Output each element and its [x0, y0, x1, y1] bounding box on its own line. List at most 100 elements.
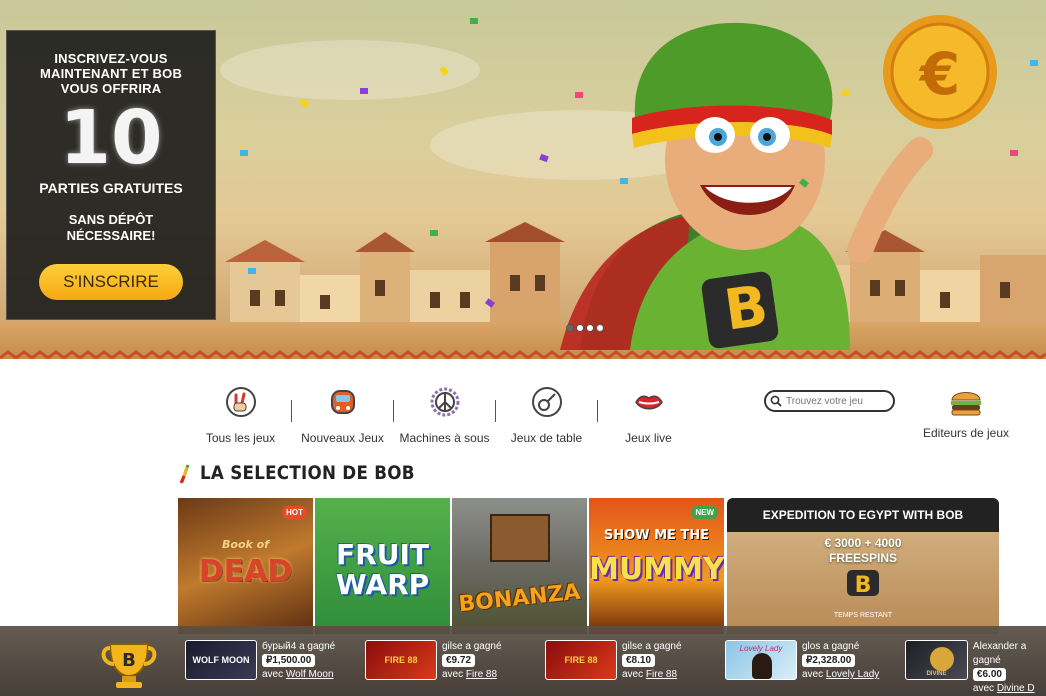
game-title: WARP	[335, 568, 430, 601]
nav-live-games[interactable]: Jeux live	[598, 386, 699, 446]
game-thumbnail[interactable]: DIVINE	[905, 640, 968, 680]
win-amount: €6.00	[972, 668, 1006, 681]
winner-info: gilse a gagné €9.72 avec Fire 88	[442, 640, 502, 686]
thumb-label: Lovely Lady	[739, 644, 783, 653]
carousel-dot[interactable]	[596, 324, 604, 332]
b-logo-icon: B	[847, 570, 879, 598]
game-thumbnail[interactable]: WOLF MOON	[185, 640, 257, 680]
win-game-link[interactable]: Lovely Lady	[826, 669, 879, 680]
winner-verb: a gagné	[299, 641, 336, 652]
confetti	[430, 230, 438, 236]
promo-text: INSCRIVEZ-VOUS MAINTENANT ET BOB VOUS OF…	[39, 51, 183, 96]
confetti	[575, 92, 583, 98]
svg-text:€: €	[918, 40, 960, 108]
game-tile-book-of-dead[interactable]: HOT Book of DEAD	[178, 498, 313, 634]
hero-banner[interactable]: B € INSCRIVEZ-VOUS MAINTENANT ET BOB VOU…	[0, 0, 1046, 362]
expedition-promo-banner[interactable]: EXPEDITION TO EGYPT WITH BOB € 3000 + 40…	[727, 498, 999, 634]
svg-text:B: B	[721, 273, 772, 343]
winner-verb: a gagné	[823, 641, 860, 652]
thumb-label: FIRE 88	[384, 655, 418, 665]
burger-icon	[951, 392, 981, 416]
promo-no-deposit: SANS DÉPÔT NÉCESSAIRE!	[66, 212, 156, 243]
game-title: MUMMY	[589, 552, 724, 587]
confetti	[299, 98, 309, 108]
search-icon	[770, 395, 782, 407]
peace-sign-icon	[430, 387, 459, 417]
winner-name: Alexander	[972, 641, 1018, 652]
win-amount: €9.72	[442, 654, 476, 667]
win-game-link[interactable]: Fire 88	[646, 669, 677, 680]
svg-text:B: B	[855, 573, 872, 598]
promo-number: 10	[59, 95, 163, 181]
winner-item[interactable]: DIVINE Alexander a gagné €6.00 avec Divi…	[905, 640, 1046, 694]
carousel-dot[interactable]	[566, 324, 574, 332]
game-providers-link[interactable]: Editeurs de jeux	[920, 386, 1012, 440]
signup-button[interactable]: S'INSCRIRE	[39, 264, 183, 300]
van-icon	[330, 390, 355, 414]
svg-text:B: B	[122, 650, 136, 671]
promo-free-spins: PARTIES GRATUITES	[39, 180, 183, 196]
cabin-image	[490, 514, 550, 562]
game-thumbnail[interactable]: FIRE 88	[365, 640, 437, 680]
win-prefix: avec	[262, 669, 284, 680]
winner-verb: a gagné	[645, 641, 682, 652]
win-prefix: avec	[972, 683, 995, 694]
winner-info: glos a gagné ₽2,328.00 avec Lovely Lady	[802, 640, 879, 686]
win-game-link[interactable]: Fire 88	[466, 669, 497, 680]
win-prefix: avec	[442, 669, 464, 680]
winner-item[interactable]: FIRE 88 gilse a gagné €8.10 avec Fire 88	[545, 640, 682, 686]
winner-item[interactable]: FIRE 88 gilse a gagné €9.72 avec Fire 88	[365, 640, 502, 686]
new-badge: NEW	[691, 506, 718, 519]
winner-info: gilse a gagné €8.10 avec Fire 88	[622, 640, 682, 686]
peace-hand-icon	[225, 387, 256, 417]
expedition-freespins: FREESPINS	[828, 551, 897, 565]
game-title: SHOW ME THE	[603, 528, 710, 543]
game-tile-fruit-warp[interactable]: FRUIT WARP	[315, 498, 450, 634]
winner-item[interactable]: WOLF MOON бурый4 a gagné ₽1,500.00 avec …	[185, 640, 335, 686]
hot-badge: HOT	[282, 506, 307, 519]
carousel-dot[interactable]	[586, 324, 594, 332]
winner-name: glos	[802, 641, 821, 652]
editors-label: Editeurs de jeux	[922, 426, 1010, 440]
game-category-nav: Tous les jeux Nouveaux Jeux Machines à s…	[190, 386, 699, 446]
winner-info: бурый4 a gagné ₽1,500.00 avec Wolf Moon	[262, 640, 335, 686]
game-tile-show-me-the-mummy[interactable]: NEW SHOW ME THE MUMMY	[589, 498, 724, 634]
carousel-dot[interactable]	[576, 324, 584, 332]
winner-verb: a gagné	[465, 641, 502, 652]
search-box[interactable]	[764, 390, 895, 412]
winner-item[interactable]: Lovely Lady glos a gagné ₽2,328.00 avec …	[725, 640, 879, 686]
game-title: FRUIT	[336, 538, 429, 571]
confetti	[620, 178, 628, 184]
thumb-label: FIRE 88	[564, 655, 598, 665]
game-title: DEAD	[198, 554, 293, 589]
search-input[interactable]	[786, 395, 892, 407]
confetti	[360, 88, 368, 94]
winner-name: gilse	[442, 641, 463, 652]
carousel-dots	[566, 324, 604, 332]
nav-new-games[interactable]: Nouveaux Jeux	[292, 386, 393, 446]
confetti	[1010, 150, 1018, 156]
win-amount: €8.10	[622, 654, 656, 667]
section-title: LA SELECTION DE BOB	[200, 462, 415, 484]
medallion-image	[930, 647, 954, 671]
game-thumbnail[interactable]: Lovely Lady	[725, 640, 797, 680]
game-thumbnail[interactable]: FIRE 88	[545, 640, 617, 680]
expedition-title: EXPEDITION TO EGYPT WITH BOB	[727, 498, 999, 532]
winner-name: бурый4	[262, 641, 297, 652]
win-prefix: avec	[802, 669, 824, 680]
win-game-link[interactable]: Wolf Moon	[286, 669, 334, 680]
guitar-icon	[531, 387, 562, 417]
game-tile-bonanza[interactable]: BONANZA	[452, 498, 587, 634]
signup-promo: INSCRIVEZ-VOUS MAINTENANT ET BOB VOUS OF…	[6, 30, 216, 320]
nav-label: Jeux live	[625, 431, 672, 445]
timer-label: TEMPS RESTANT	[833, 612, 893, 619]
nav-all-games[interactable]: Tous les jeux	[190, 386, 291, 446]
nav-slots[interactable]: Machines à sous	[394, 386, 495, 446]
nav-table-games[interactable]: Jeux de table	[496, 386, 597, 446]
win-game-link[interactable]: Divine D	[997, 683, 1035, 694]
nav-label: Nouveaux Jeux	[301, 431, 384, 445]
lips-icon	[634, 395, 663, 410]
game-title: BONANZA	[457, 579, 582, 618]
confetti	[470, 18, 478, 24]
confetti	[248, 268, 256, 274]
